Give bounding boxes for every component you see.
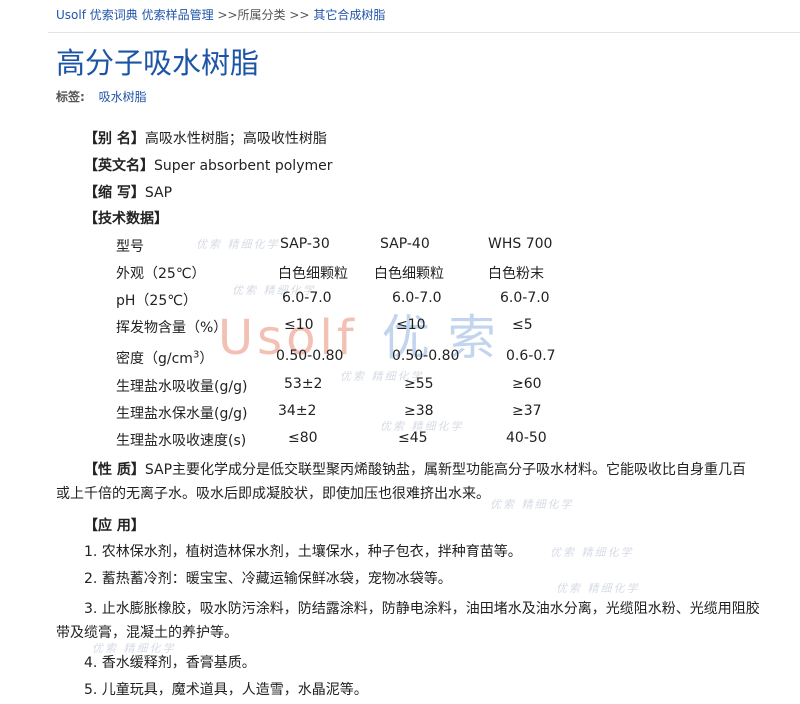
- breadcrumb-current-link[interactable]: 其它合成树脂: [313, 8, 385, 22]
- tech-header-cell: SAP-30: [280, 236, 330, 252]
- tech-cell: 34±2: [278, 403, 317, 419]
- tech-row-label: pH（25℃）: [116, 293, 197, 309]
- abbreviation-row: 【缩 写】SAP: [84, 182, 172, 202]
- tech-header-cell: SAP-40: [380, 236, 430, 252]
- tech-row-label: 生理盐水保水量(g/g): [116, 406, 248, 422]
- english-name-label: 【英文名】: [84, 158, 154, 174]
- tech-cell: 0.50-0.80: [276, 348, 344, 364]
- tech-cell: ≥60: [512, 376, 542, 392]
- tech-cell: ≥38: [404, 403, 434, 419]
- alias-value: 高吸水性树脂；高吸收性树脂: [144, 131, 327, 147]
- application-item: 5. 儿童玩具，魔术道具，人造雪，水晶泥等。: [84, 682, 368, 698]
- breadcrumb-sample-link[interactable]: 优索样品管理: [142, 8, 214, 22]
- tech-cell: 白色粉末: [488, 266, 544, 282]
- tech-cell: ≥37: [512, 403, 542, 419]
- breadcrumb-home-link[interactable]: Usolf 优索词典: [56, 8, 138, 22]
- tech-cell: 0.6-0.7: [506, 348, 556, 364]
- breadcrumb-separator: >>: [289, 8, 310, 22]
- tech-header-cell: 型号: [116, 239, 144, 255]
- tech-row-label: 生理盐水吸收量(g/g): [116, 379, 248, 395]
- alias-row: 【别 名】高吸水性树脂；高吸收性树脂: [84, 128, 327, 148]
- breadcrumb-category-label: 所属分类: [237, 8, 286, 22]
- abbreviation-label: 【缩 写】: [84, 185, 145, 201]
- tags-label: 标签:: [56, 90, 85, 104]
- tech-cell: 6.0-7.0: [500, 290, 550, 306]
- application-item: 4. 香水缓释剂，香膏基质。: [84, 655, 256, 671]
- tech-cell: 6.0-7.0: [392, 290, 442, 306]
- tech-cell: 0.50-0.80: [392, 348, 460, 364]
- abbreviation-value: SAP: [144, 185, 173, 201]
- tech-cell: 白色细颗粒: [374, 266, 444, 282]
- tech-row-label: 挥发物含量（%）: [116, 320, 228, 336]
- tech-cell: ≤10: [284, 317, 314, 333]
- watermark-small: 优索 精细化学: [550, 546, 634, 559]
- watermark-small: 优索 精细化学: [556, 582, 640, 595]
- applications-heading: 【应 用】: [84, 515, 145, 535]
- tech-cell: 53±2: [284, 376, 323, 392]
- header-divider: [48, 32, 800, 33]
- breadcrumb: Usolf 优索词典 优索样品管理 >>所属分类 >> 其它合成树脂: [56, 6, 385, 23]
- tags-row: 标签: 吸水树脂: [56, 88, 147, 105]
- watermark-logo: Usolf 优索: [218, 298, 514, 368]
- application-item-continued: 带及缆膏，混凝土的养护等。: [56, 625, 238, 641]
- breadcrumb-separator: >>: [217, 8, 238, 22]
- properties-line-2: 或上千倍的无离子水。吸水后即成凝胶状，即使加压也很难挤出水来。: [56, 486, 490, 502]
- properties-label: 【性 质】: [84, 462, 145, 478]
- tech-data-label: 【技术数据】: [84, 211, 168, 227]
- tech-cell: ≥55: [404, 376, 434, 392]
- application-item: 1. 农林保水剂，植树造林保水剂，土壤保水，种子包衣，拌种育苗等。: [84, 544, 522, 560]
- alias-label: 【别 名】: [84, 131, 145, 147]
- tech-cell: ≤80: [288, 430, 318, 446]
- density-label-text: 密度（g/cm: [116, 351, 193, 367]
- application-item: 3. 止水膨胀橡胶，吸水防污涂料，防结露涂料，防静电涂料，油田堵水及油水分离，光…: [84, 601, 760, 617]
- tag-link[interactable]: 吸水树脂: [99, 90, 147, 104]
- tech-cell: ≤5: [512, 317, 533, 333]
- tech-data-heading: 【技术数据】: [84, 208, 168, 228]
- tech-cell: 40-50: [506, 430, 547, 446]
- tech-cell: 6.0-7.0: [282, 290, 332, 306]
- properties-text: SAP主要化学成分是低交联型聚丙烯酸钠盐，属新型功能高分子吸水材料。它能吸收比自…: [144, 462, 747, 478]
- tech-cell: 白色细颗粒: [278, 266, 348, 282]
- tech-row-label: 生理盐水吸收速度(s): [116, 433, 247, 449]
- properties-line-1: 【性 质】SAP主要化学成分是低交联型聚丙烯酸钠盐，属新型功能高分子吸水材料。它…: [84, 458, 800, 482]
- watermark-small: 优索 精细化学: [196, 238, 280, 251]
- density-label-close: ）: [199, 351, 214, 367]
- tech-cell: ≤10: [396, 317, 426, 333]
- tech-header-cell: WHS 700: [488, 236, 553, 252]
- application-item: 2. 蓄热蓄冷剂：暖宝宝、冷藏运输保鲜冰袋，宠物冰袋等。: [84, 571, 452, 587]
- english-name-row: 【英文名】Super absorbent polymer: [84, 155, 333, 175]
- tech-row-label: 外观（25℃）: [116, 266, 206, 282]
- page-title: 高分子吸水树脂: [56, 46, 260, 80]
- english-name-value: Super absorbent polymer: [154, 158, 333, 174]
- applications-label: 【应 用】: [84, 518, 145, 534]
- tech-cell: ≤45: [398, 430, 428, 446]
- tech-row-label: 密度（g/cm3）: [116, 348, 213, 368]
